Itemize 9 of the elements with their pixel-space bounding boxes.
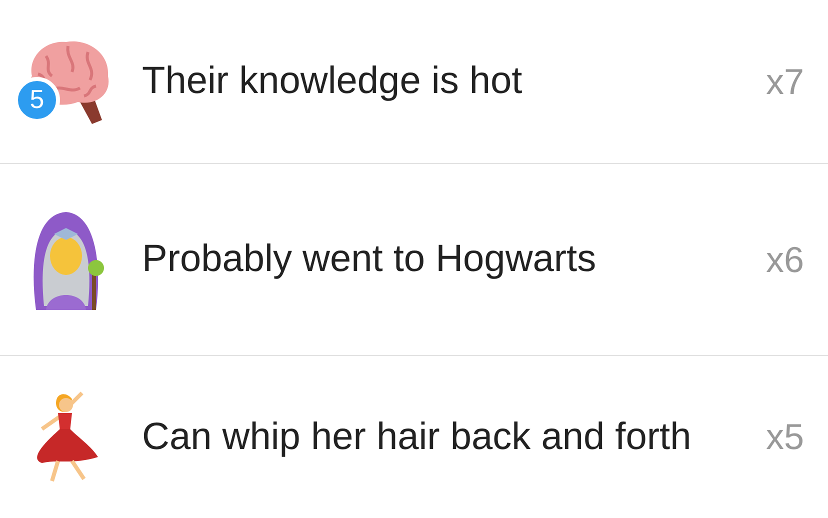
count-label: x6 (766, 238, 804, 282)
row-label: Probably went to Hogwarts (142, 237, 596, 282)
list-row[interactable]: Probably went to Hogwarts x6 (0, 164, 828, 356)
row-label: Their knowledge is hot (142, 59, 522, 104)
count-label: x5 (766, 415, 804, 459)
row-label: Can whip her hair back and forth (142, 414, 692, 460)
count-label: x7 (766, 60, 804, 104)
list-row[interactable]: Can whip her hair back and forth x5 (0, 356, 828, 518)
list-row[interactable]: 5 Their knowledge is hot x7 (0, 0, 828, 164)
